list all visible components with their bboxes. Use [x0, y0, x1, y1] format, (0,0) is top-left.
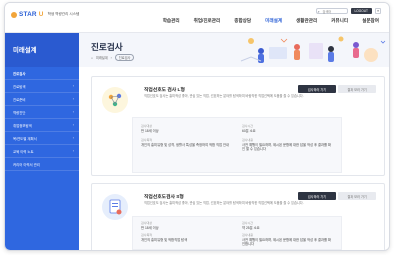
- info-value: 개인의 흥미유형 및 성격, 생활사 특성을 측정하여 적합 직업 안내: [141, 143, 230, 148]
- sidebar-item-label: 진로탐색: [13, 85, 26, 89]
- gnb-item-counseling[interactable]: 종합상담: [234, 18, 251, 24]
- document-icon: [102, 194, 128, 220]
- gnb-item-career[interactable]: 취업/진로관리: [194, 18, 221, 24]
- card-title: 직업선호도 검사 L형: [144, 88, 185, 93]
- sidebar-item-plan[interactable]: 목/연도별 계획서 ›: [5, 132, 79, 145]
- page-title: 진로검사: [91, 42, 123, 52]
- info-label: 검사시간: [242, 124, 254, 128]
- start-test-button[interactable]: 검사하러 가기: [298, 85, 336, 93]
- breadcrumb-item[interactable]: 미래설계: [96, 55, 108, 60]
- info-value: 사전 예행이 필요하며, 제시된 문항에 대한 답을 작성 후 결과를 확인 할…: [242, 143, 331, 152]
- sidebar-item-label: 진로준비: [13, 98, 26, 102]
- info-label: 검사내용: [242, 233, 254, 238]
- logo-suffix: U: [38, 11, 44, 18]
- sitemap-icon[interactable]: ≡: [375, 8, 381, 14]
- sidebar-item-label: 진로검사: [13, 72, 26, 76]
- sidebar-item-label: 커리어 이력서 관리: [13, 163, 40, 167]
- view-result-button[interactable]: 결과 보러 가기: [338, 85, 376, 93]
- sidebar-item-label: 목/연도별 계획서: [13, 137, 37, 141]
- sidebar-item-label: 교육 이력 노트: [13, 150, 34, 154]
- info-value: 약 25분 소요: [242, 226, 260, 230]
- main-content: 진로검사 ⌂ 미래설계 › 진로검사 직업선호도 검사 L형 직업선호도 검사는…: [79, 33, 389, 250]
- info-value: 만 18세 이상: [141, 129, 159, 133]
- info-value: 사전 예행이 필요하며, 제시된 문항에 대한 답을 작성 후 결과를 확인합니…: [242, 238, 331, 247]
- sidebar-item-career-explore[interactable]: 진로탐색 ›: [5, 80, 79, 93]
- breadcrumb: ⌂ 미래설계 › 진로검사: [91, 54, 135, 61]
- card-actions: 검사하러 가기 결과 보러 가기: [298, 85, 376, 93]
- chevron-right-icon: ›: [72, 136, 74, 140]
- info-value: 60분 소요: [242, 129, 256, 133]
- app-window: STAR U 학생 역량관리 시스템 ⌕ 검색어 LOGOUT ≡ 학습관리 취…: [4, 2, 390, 251]
- view-result-button[interactable]: 결과 보러 가기: [338, 192, 376, 200]
- chevron-right-icon: ›: [72, 97, 74, 101]
- logo[interactable]: STAR U 학생 역량관리 시스템: [11, 11, 79, 18]
- gnb-item-future[interactable]: 미래설계: [265, 18, 282, 24]
- gnb-item-community[interactable]: 커뮤니티: [331, 18, 348, 24]
- info-value: 개인의 흥미유형 및 적합직업 탐색: [141, 238, 188, 243]
- search-placeholder: 검색어: [322, 9, 332, 14]
- global-nav: 학습관리 취업/진로관리 종합상담 미래설계 생활관관리 커뮤니티 설문참여: [163, 18, 379, 24]
- sidebar-item-label: 역량진단: [13, 111, 26, 115]
- sidebar-item-edu-note[interactable]: 교육 이력 노트 ›: [5, 145, 79, 158]
- home-icon[interactable]: ⌂: [91, 56, 93, 60]
- test-info-box: 검사대상 만 18세 이상 검사시간 약 25분 소요 검사목적 개인의 흥미유…: [132, 216, 342, 250]
- sidebar-item-career-prep[interactable]: 진로준비 ›: [5, 93, 79, 106]
- logo-mark-icon: [11, 11, 17, 18]
- banner-illustration: [240, 36, 386, 63]
- info-value: 만 18세 이상: [141, 226, 159, 230]
- info-label: 검사대상: [141, 124, 153, 128]
- info-label: 검사대상: [141, 221, 153, 225]
- sidebar-item-career-test[interactable]: 진로검사: [5, 67, 79, 80]
- card-actions: 검사하러 가기 결과 보러 가기: [298, 192, 376, 200]
- gnb-item-life[interactable]: 생활관관리: [296, 18, 317, 24]
- test-info-box: 검사대상 만 18세 이상 검사시간 60분 소요 검사목적 개인의 흥미유형 …: [132, 117, 342, 173]
- test-card-s: 직업선호도검사 S형 직업선호도 검사는 흥미적성 좋아, 관심 있는 직업, …: [91, 183, 385, 250]
- chevron-right-icon: ›: [110, 55, 112, 60]
- logout-button[interactable]: LOGOUT: [350, 8, 372, 14]
- gnb-item-study[interactable]: 학습관리: [163, 18, 180, 24]
- chevron-right-icon: ›: [72, 149, 74, 153]
- sidebar-item-job-info[interactable]: 취업정보탐색 ›: [5, 119, 79, 132]
- network-icon: [102, 87, 128, 113]
- utility-bar: ⌕ 검색어 LOGOUT ≡: [315, 8, 381, 14]
- gnb-item-survey[interactable]: 설문참여: [362, 18, 379, 24]
- sidebar-item-label: 취업정보탐색: [13, 124, 32, 128]
- info-label: 검사시간: [242, 221, 254, 225]
- chevron-right-icon: ›: [72, 110, 74, 114]
- sidebar: 미래설계 진로검사 진로탐색 › 진로준비 › 역량진단 › 취업정보탐색 › …: [5, 33, 79, 250]
- info-label: 검사목적: [141, 233, 153, 238]
- test-card-l: 직업선호도 검사 L형 직업선호도 검사는 흥미적성 좋아, 관심 있는 직업,…: [91, 76, 385, 176]
- sidebar-item-competency[interactable]: 역량진단 ›: [5, 106, 79, 119]
- logo-subtitle: 학생 역량관리 시스템: [47, 12, 80, 16]
- header: STAR U 학생 역량관리 시스템 ⌕ 검색어 LOGOUT ≡ 학습관리 취…: [5, 3, 389, 33]
- info-label: 검사목적: [141, 138, 153, 143]
- sidebar-title: 미래설계: [5, 33, 79, 67]
- chevron-right-icon: ›: [72, 84, 74, 88]
- search-icon: ⌕: [317, 9, 320, 14]
- start-test-button[interactable]: 검사하러 가기: [298, 192, 336, 200]
- breadcrumb-current[interactable]: 진로검사: [114, 54, 135, 61]
- logo-text: STAR: [19, 11, 37, 18]
- sidebar-item-resume[interactable]: 커리어 이력서 관리: [5, 158, 79, 171]
- search-input[interactable]: ⌕ 검색어: [315, 8, 348, 14]
- card-title: 직업선호도검사 S형: [144, 195, 184, 200]
- page-banner: 진로검사 ⌂ 미래설계 › 진로검사: [79, 33, 389, 67]
- card-description: 직업선호도 검사는 흥미적성 좋아, 관심 있는 직업, 선호하는 분야를 탐색…: [144, 201, 304, 205]
- info-label: 검사내용: [242, 138, 254, 143]
- chevron-right-icon: ›: [72, 123, 74, 127]
- card-description: 직업선호도 검사는 흥미적성 좋아, 관심 있는 직업, 선호하는 분야를 탐색…: [144, 94, 304, 98]
